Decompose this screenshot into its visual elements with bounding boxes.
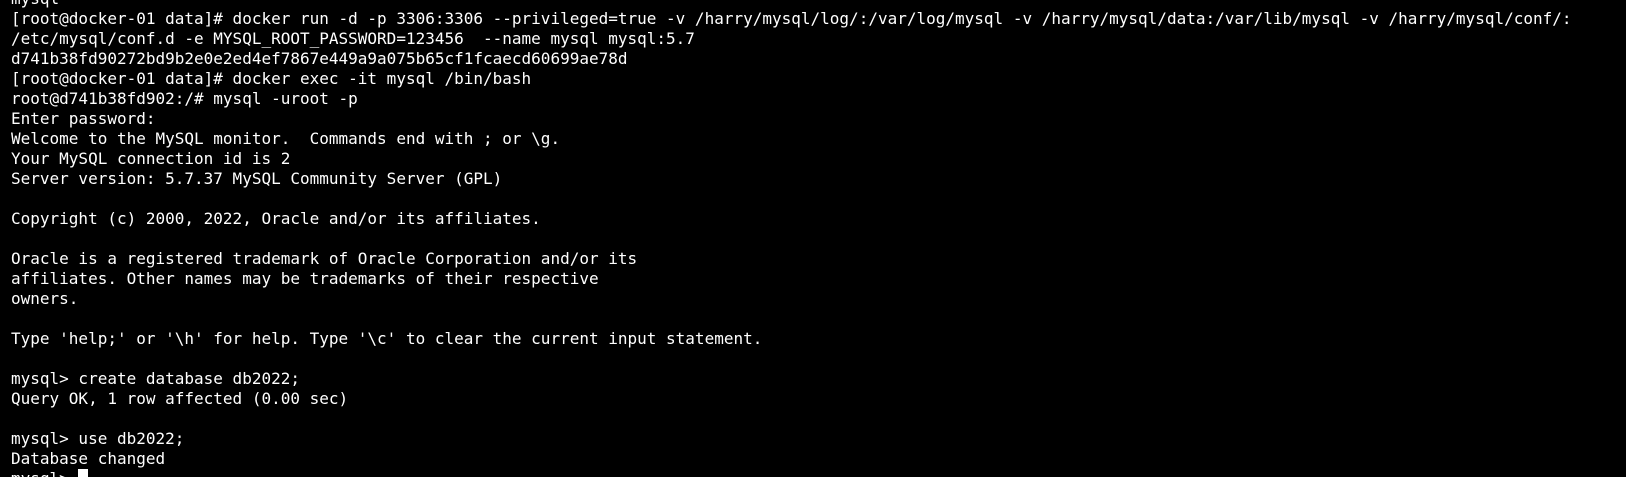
terminal-line: d741b38fd90272bd9b2e0e2ed4ef7867e449a9a0… xyxy=(11,49,628,68)
terminal-line: [root@docker-01 data]# docker exec -it m… xyxy=(11,69,532,88)
terminal-line: Type 'help;' or '\h' for help. Type '\c'… xyxy=(11,329,763,348)
terminal-line: root@d741b38fd902:/# mysql -uroot -p xyxy=(11,89,358,108)
cursor-icon xyxy=(78,469,89,477)
terminal-line: Query OK, 1 row affected (0.00 sec) xyxy=(11,389,349,408)
terminal-line: Enter password: xyxy=(11,109,156,128)
terminal-line: owners. xyxy=(11,289,79,308)
window-edge xyxy=(1626,0,1634,477)
terminal-input-line[interactable]: mysql> xyxy=(11,469,1572,477)
terminal-line: mysql> use db2022; xyxy=(11,429,185,448)
terminal-output: mysql [root@docker-01 data]# docker run … xyxy=(11,0,1572,477)
terminal-line: Your MySQL connection id is 2 xyxy=(11,149,291,168)
terminal-line: Server version: 5.7.37 MySQL Community S… xyxy=(11,169,503,188)
terminal-line: [root@docker-01 data]# docker run -d -p … xyxy=(11,9,1572,28)
terminal-prompt: mysql> xyxy=(11,469,78,477)
terminal-line: Database changed xyxy=(11,449,166,468)
terminal-line: /etc/mysql/conf.d -e MYSQL_ROOT_PASSWORD… xyxy=(11,29,695,48)
terminal-line: mysql> create database db2022; xyxy=(11,369,300,388)
terminal-line: Oracle is a registered trademark of Orac… xyxy=(11,249,638,268)
terminal-line: Copyright (c) 2000, 2022, Oracle and/or … xyxy=(11,209,541,228)
terminal-line: Welcome to the MySQL monitor. Commands e… xyxy=(11,129,561,148)
terminal-line: mysql xyxy=(11,0,1572,9)
terminal-window[interactable]: mysql [root@docker-01 data]# docker run … xyxy=(0,0,1634,477)
terminal-line: affiliates. Other names may be trademark… xyxy=(11,269,599,288)
